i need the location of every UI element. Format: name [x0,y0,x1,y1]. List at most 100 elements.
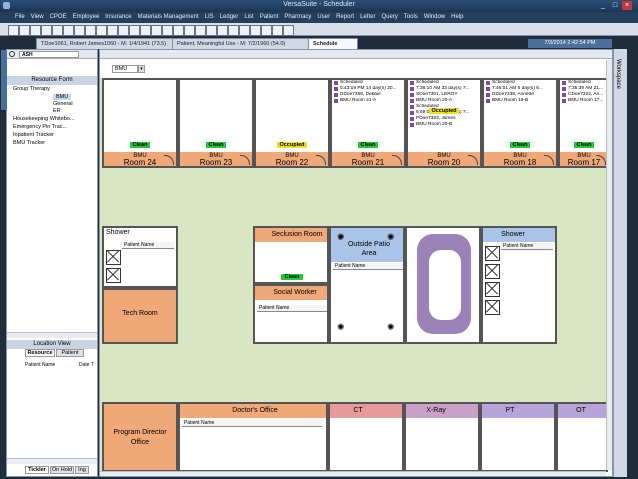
search-icon[interactable] [9,51,15,57]
room-room-21[interactable]: Scheduled 5:43:19 PM 14 day(s) 20... DDoe7… [330,78,406,168]
toolbar-tool-icon[interactable] [107,25,118,36]
room-room-23[interactable]: Clean BMU Room 23 [178,78,254,168]
menu-item-insurance[interactable]: Insurance [102,12,134,23]
toolbar-tool-icon[interactable] [74,25,85,36]
xray-room[interactable]: X-Ray [404,402,480,472]
close-icon[interactable]: × [622,1,632,10]
tickler-tab[interactable]: Tickler [25,466,49,474]
minimize-icon[interactable]: _ [598,1,608,10]
menu-item-user[interactable]: User [314,12,333,23]
schedule-list[interactable]: Scheduled 7:46:01 AM 6 day(s) 6... DDoe733… [492,80,556,138]
toolbar-tool-icon[interactable] [41,25,52,36]
toolbar-tool-icon[interactable] [52,25,63,36]
tree-item-bmu[interactable]: BMU [53,94,72,100]
maximize-icon[interactable]: □ [610,1,620,10]
toolbar-tool-icon[interactable] [162,25,173,36]
room-room-22[interactable]: Occupied BMU Room 22 [254,78,330,168]
toolbar-tool-icon[interactable] [206,25,217,36]
menu-item-pharmacy[interactable]: Pharmacy [281,12,314,23]
toolbar-tool-icon[interactable] [19,25,30,36]
toolbar-tool-icon[interactable] [63,25,74,36]
shower-right[interactable]: Shower Patient Name [481,226,557,344]
unit-select[interactable]: BMU [112,65,138,73]
toolbar-tool-icon[interactable] [228,25,239,36]
ot-room[interactable]: OT [556,402,608,472]
ct-room[interactable]: CT [328,402,404,472]
shower-left[interactable]: Shower Patient Name [102,226,178,288]
toolbar-tool-icon[interactable] [151,25,162,36]
menu-item-window[interactable]: Window [421,12,448,23]
menu-item-ledger[interactable]: Ledger [217,12,242,23]
patient-tab[interactable]: Patient [56,349,84,357]
toolbar-tool-icon[interactable] [261,25,272,36]
room-room-17[interactable]: Scheduled 7:35:39 AM 21... CDoe7322, An...… [558,78,610,168]
schedule-list[interactable]: Scheduled 5:43:19 PM 14 day(s) 20... DDoe7… [340,80,404,138]
toolbar-tool-icon[interactable] [85,25,96,36]
ing-tab[interactable]: Ing [75,466,89,474]
col-patient-name[interactable]: Patient Name [25,362,55,368]
room-room-18[interactable]: Scheduled 7:46:01 AM 6 day(s) 6... DDoe733… [482,78,558,168]
doctors-office[interactable]: Doctor's Office Patient Name [178,402,328,472]
menu-item-list[interactable]: List [241,12,256,23]
pt-room[interactable]: PT [480,402,556,472]
toolbar-tool-icon[interactable] [195,25,206,36]
toolbar-tool-icon[interactable] [8,25,19,36]
tree-item-bmu-tracker[interactable]: BMU Tracker [13,140,45,146]
tech-room[interactable]: Tech Room [102,288,178,344]
toolbar-tool-icon[interactable] [250,25,261,36]
tab-patient-doe[interactable]: TDoe1061, Robert James1060 - M: 1/4/1941… [36,38,178,49]
col-date[interactable]: Date T [79,362,94,368]
tree-item-inpatient-tracker[interactable]: Inpatient Tracker [13,132,54,138]
horizontal-scrollbar[interactable] [100,471,606,476]
tree-item-group-therapy[interactable]: Group Therapy [13,86,50,92]
menu-item-materials-management[interactable]: Materials Management [135,12,202,23]
tree-item-housekeeping[interactable]: Housekeeping Whitebo... [13,116,74,122]
toolbar-tool-icon[interactable] [96,25,107,36]
menu-item-view[interactable]: View [28,12,47,23]
menu-item-help[interactable]: Help [448,12,466,23]
tree-item-er[interactable]: ER [53,108,61,114]
search-input[interactable]: ASH [19,51,79,58]
toolbar-tool-icon[interactable] [30,25,41,36]
vertical-scrollbar[interactable] [606,60,612,470]
tree-item-general[interactable]: General [53,101,73,107]
on-hold-tab[interactable]: On Hold [50,466,74,474]
program-director-office[interactable]: Program Director Office [102,402,178,472]
menu-item-employee[interactable]: Employee [70,12,103,23]
menu-item-letter[interactable]: Letter [357,12,378,23]
workspace-side-tab[interactable]: Workspace [613,49,627,477]
tab-schedule[interactable]: Schedule [308,38,358,49]
menu-item-tools[interactable]: Tools [401,12,421,23]
tree-item-emergency[interactable]: Emergency Pin Trac... [13,124,67,130]
resource-tab[interactable]: Resource [25,349,55,357]
toolbar-tool-icon[interactable] [140,25,151,36]
menu-item-cpoe[interactable]: CPOE [47,12,70,23]
location-view-header: Location View [7,340,97,349]
toolbar-tool-icon[interactable] [283,25,294,36]
menu-item-lis[interactable]: LIS [202,12,217,23]
room-room-24[interactable]: Clean BMU Room 24 [102,78,178,168]
menu-item-report[interactable]: Report [333,12,357,23]
menu-item-file[interactable]: File [12,12,28,23]
ct-title: CT [353,407,363,414]
toolbar-tool-icon[interactable] [217,25,228,36]
navigator-side-tab[interactable] [1,50,7,110]
workspace-label: Workspace [615,59,621,89]
unit-select-chevron-down-icon[interactable]: ▾ [138,65,145,73]
location-scrollbar[interactable] [7,458,97,464]
toolbar-tool-icon[interactable] [272,25,283,36]
social-worker-room[interactable]: Social Worker Patient Name [253,284,329,344]
tab-patient-meaningful-use[interactable]: Patient, Meaningful Use - M: 7/2/1960 (5… [172,38,314,49]
menu-item-query[interactable]: Query [378,12,400,23]
toolbar-tool-icon[interactable] [129,25,140,36]
toolbar-tool-icon[interactable] [184,25,195,36]
seclusion-room[interactable]: Seclusion Room Clean [253,226,329,284]
schedule-list[interactable]: Scheduled 7:35:39 AM 21... CDoe7322, An...… [568,80,608,138]
toolbar-tool-icon[interactable] [239,25,250,36]
tree-scrollbar[interactable] [7,332,97,338]
toolbar-tool-icon[interactable] [173,25,184,36]
toolbar-tool-icon[interactable] [118,25,129,36]
menu-item-patient[interactable]: Patient [257,12,282,23]
outside-patio-area[interactable]: Outside Patio Area Patient Name ✺ ✺ ✺ ✺ [329,226,405,344]
room-room-20[interactable]: Scheduled 7:36:10 AM 33 day(s) 7... SDoe73… [406,78,482,168]
